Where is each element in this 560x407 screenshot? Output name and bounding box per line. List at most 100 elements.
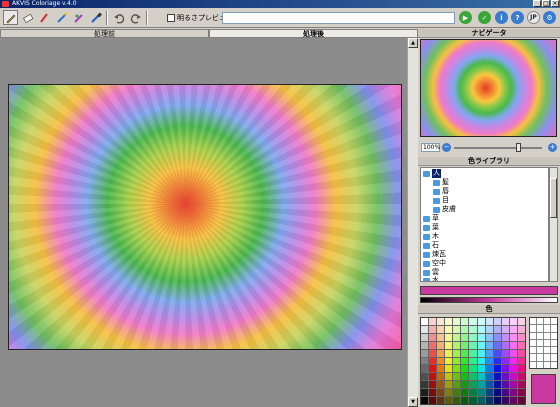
palette-swatch[interactable] <box>493 349 501 357</box>
recent-color-slot[interactable] <box>544 347 550 354</box>
palette-swatch[interactable] <box>453 373 461 381</box>
info-icon[interactable]: i <box>495 11 508 24</box>
palette-swatch[interactable] <box>493 333 501 341</box>
tree-item[interactable]: 葉 <box>423 223 439 232</box>
palette-swatch[interactable] <box>485 357 493 365</box>
palette-swatch[interactable] <box>501 381 509 389</box>
minimize-button[interactable]: _ <box>533 0 541 7</box>
palette-swatch[interactable] <box>509 365 517 373</box>
recent-color-slot[interactable] <box>551 318 557 325</box>
palette-swatch[interactable] <box>421 389 429 397</box>
palette-swatch[interactable] <box>509 389 517 397</box>
palette-swatch[interactable] <box>517 373 525 381</box>
palette-swatch[interactable] <box>437 318 445 325</box>
palette-swatch[interactable] <box>517 389 525 397</box>
recent-color-slot[interactable] <box>537 339 543 347</box>
palette-swatch[interactable] <box>453 357 461 365</box>
palette-swatch[interactable] <box>421 333 429 341</box>
palette-swatch[interactable] <box>485 325 493 333</box>
zoom-slider[interactable] <box>454 143 542 152</box>
maximize-button[interactable]: □ <box>542 0 550 7</box>
palette-swatch[interactable] <box>501 397 509 404</box>
palette-swatch[interactable] <box>461 325 469 333</box>
palette-swatch[interactable] <box>421 381 429 389</box>
palette-swatch[interactable] <box>493 365 501 373</box>
palette-swatch[interactable] <box>517 349 525 357</box>
recent-color-slot[interactable] <box>551 339 557 347</box>
palette-swatch[interactable] <box>469 365 477 373</box>
palette-swatch[interactable] <box>429 381 437 389</box>
palette-swatch[interactable] <box>501 318 509 325</box>
palette-swatch[interactable] <box>469 341 477 349</box>
palette-swatch[interactable] <box>453 365 461 373</box>
recent-color-slot[interactable] <box>530 325 536 332</box>
help-icon[interactable]: ? <box>511 11 524 24</box>
tree-item[interactable]: 唇 <box>433 187 449 196</box>
palette-swatch[interactable] <box>469 389 477 397</box>
recent-color-slot[interactable] <box>530 354 536 361</box>
eyedropper-icon[interactable] <box>88 10 103 25</box>
color-library-tree[interactable]: 人 髪 唇 目 皮膚 草 葉 木 石 煉瓦 空中 雲 水 <box>420 167 549 282</box>
palette-swatch[interactable] <box>493 341 501 349</box>
palette-swatch[interactable] <box>501 357 509 365</box>
palette-swatch[interactable] <box>461 397 469 404</box>
recent-color-slot[interactable] <box>551 325 557 332</box>
tab-before[interactable]: 処理前 <box>0 29 209 38</box>
palette-swatch[interactable] <box>453 318 461 325</box>
palette-swatch[interactable] <box>501 365 509 373</box>
palette-swatch[interactable] <box>445 381 453 389</box>
palette-swatch[interactable] <box>477 389 485 397</box>
recent-color-slot[interactable] <box>551 361 557 368</box>
zoom-in-icon[interactable]: + <box>548 143 557 152</box>
palette-swatch[interactable] <box>461 381 469 389</box>
recent-color-slot[interactable] <box>544 332 550 339</box>
recent-color-slot[interactable] <box>537 347 543 354</box>
recent-color-slot[interactable] <box>537 325 543 332</box>
tree-item[interactable]: 目 <box>433 196 449 205</box>
palette-swatch[interactable] <box>477 373 485 381</box>
palette-swatch[interactable] <box>461 357 469 365</box>
eraser-icon[interactable] <box>20 10 35 25</box>
palette-swatch[interactable] <box>509 341 517 349</box>
palette-swatch[interactable] <box>453 341 461 349</box>
palette-swatch[interactable] <box>477 341 485 349</box>
palette-swatch[interactable] <box>469 357 477 365</box>
palette-swatch[interactable] <box>477 318 485 325</box>
palette-swatch[interactable] <box>493 373 501 381</box>
palette-swatch[interactable] <box>429 333 437 341</box>
navigator-thumbnail[interactable] <box>420 39 557 137</box>
palette-swatch[interactable] <box>517 318 525 325</box>
palette-swatch[interactable] <box>437 397 445 404</box>
palette-swatch[interactable] <box>429 349 437 357</box>
recent-color-slot[interactable] <box>537 318 543 325</box>
palette-swatch[interactable] <box>517 325 525 333</box>
palette-swatch[interactable] <box>445 389 453 397</box>
magic-brush-icon[interactable] <box>54 10 69 25</box>
palette-swatch[interactable] <box>509 373 517 381</box>
palette-swatch[interactable] <box>421 365 429 373</box>
palette-swatch[interactable] <box>445 333 453 341</box>
palette-swatch[interactable] <box>437 325 445 333</box>
palette-swatch[interactable] <box>469 397 477 404</box>
tree-item[interactable]: 木 <box>423 232 439 241</box>
pencil-icon[interactable] <box>3 10 18 25</box>
palette-swatch[interactable] <box>485 373 493 381</box>
palette-swatch[interactable] <box>437 357 445 365</box>
palette-swatch[interactable] <box>509 397 517 404</box>
palette-swatch[interactable] <box>509 357 517 365</box>
scroll-thumb[interactable] <box>550 178 557 218</box>
recent-color-slot[interactable] <box>544 361 550 368</box>
recent-colors[interactable] <box>529 317 558 369</box>
palette-swatch[interactable] <box>517 357 525 365</box>
undo-icon[interactable] <box>111 10 126 25</box>
palette-swatch[interactable] <box>477 365 485 373</box>
tree-item[interactable]: 水 <box>423 276 439 281</box>
palette-swatch[interactable] <box>469 349 477 357</box>
tree-item[interactable]: 煉瓦 <box>423 250 446 259</box>
palette-swatch[interactable] <box>501 333 509 341</box>
palette-swatch[interactable] <box>485 389 493 397</box>
color-palette[interactable] <box>420 317 526 405</box>
palette-swatch[interactable] <box>485 333 493 341</box>
palette-swatch[interactable] <box>469 318 477 325</box>
recent-color-slot[interactable] <box>537 361 543 368</box>
